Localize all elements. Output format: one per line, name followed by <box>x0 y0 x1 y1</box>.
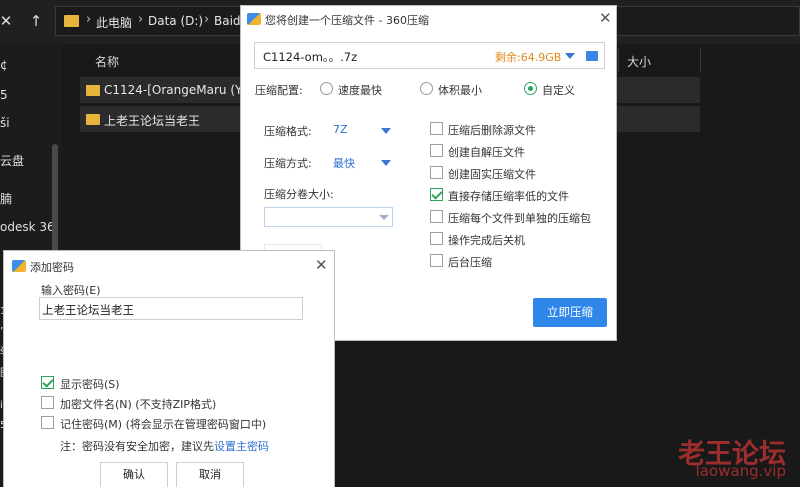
compress-dialog-titlebar[interactable]: 您将创建一个压缩文件 - 360压缩 ✕ <box>241 6 616 32</box>
sidebar-item[interactable]: ¢ <box>0 58 8 72</box>
compress-now-button[interactable]: 立即压缩 <box>533 298 607 327</box>
folder-icon <box>64 15 79 27</box>
checkbox-solid-archive[interactable] <box>430 166 443 179</box>
checkbox-remember-password[interactable] <box>41 416 54 429</box>
nav-up-icon[interactable]: ↑ <box>26 11 46 31</box>
checkbox-show-password[interactable] <box>41 376 54 389</box>
chevron-right-icon: › <box>204 12 210 27</box>
radio-label: 体积最小 <box>438 84 482 97</box>
volume-size-select[interactable] <box>264 207 393 227</box>
checkbox-label: 压缩每个文件到单独的压缩包 <box>448 212 591 225</box>
checkbox-label: 显示密码(S) <box>60 378 120 391</box>
cancel-button[interactable]: 取消 <box>176 462 244 487</box>
archive-path-field[interactable]: C1124-om。。.7z 剩余:64.9GB <box>254 42 605 69</box>
note-text: 注：密码没有安全加密，建议先 <box>60 440 214 453</box>
chevron-down-icon[interactable] <box>381 160 391 166</box>
chevron-down-icon[interactable] <box>379 215 389 220</box>
checkbox-label: 后台压缩 <box>448 256 492 269</box>
checkbox-encrypt-filenames[interactable] <box>41 396 54 409</box>
password-dialog: 添加密码 ✕ 输入密码(E) 上老王论坛当老王 显示密码(S) 加密文件名(N)… <box>3 250 335 487</box>
sidebar-item[interactable]: ši <box>0 116 10 130</box>
checkbox-label: 压缩后删除源文件 <box>448 124 536 137</box>
chevron-right-icon: › <box>138 12 144 27</box>
sidebar-item[interactable]: 腩 <box>0 190 12 207</box>
chevron-down-icon[interactable] <box>565 53 575 59</box>
radio-custom[interactable] <box>524 82 537 95</box>
browse-folder-icon[interactable] <box>586 51 598 61</box>
checkbox-background[interactable] <box>430 254 443 267</box>
checkbox-label: 直接存储压缩率低的文件 <box>448 190 569 203</box>
close-icon[interactable]: ✕ <box>315 258 328 273</box>
compress-dialog-title: 您将创建一个压缩文件 - 360压缩 <box>265 14 429 27</box>
app-360-icon <box>12 260 26 272</box>
password-value: 上老王论坛当老王 <box>42 303 134 317</box>
security-note: 注：密码没有安全加密，建议先设置主密码 <box>60 438 269 454</box>
breadcrumb-item[interactable]: Data (D:) <box>148 14 203 28</box>
sidebar-item[interactable]: 云盘 <box>0 152 24 169</box>
radio-label: 自定义 <box>542 84 575 97</box>
free-space-label: 剩余:64.9GB <box>495 51 562 64</box>
sidebar-item[interactable]: 5 <box>0 88 8 102</box>
checkbox-shutdown[interactable] <box>430 232 443 245</box>
checkbox-separate-archives[interactable] <box>430 210 443 223</box>
folder-icon <box>86 114 100 125</box>
method-select[interactable]: 最快 <box>333 155 355 171</box>
checkbox-label: 创建自解压文件 <box>448 146 525 159</box>
format-label: 压缩格式: <box>264 125 312 138</box>
app-360-icon <box>247 13 261 25</box>
password-input[interactable]: 上老王论坛当老王 <box>39 297 303 320</box>
nav-back-partial-icon[interactable]: ✕ <box>0 11 16 31</box>
breadcrumb-item[interactable]: 此电脑 <box>96 14 132 31</box>
radio-speed-fastest[interactable] <box>320 82 333 95</box>
checkbox-delete-source[interactable] <box>430 122 443 135</box>
checkbox-label: 操作完成后关机 <box>448 234 525 247</box>
set-master-password-link[interactable]: 设置主密码 <box>214 440 269 453</box>
column-divider <box>618 48 619 72</box>
watermark-url: laowang.vip <box>695 462 786 480</box>
chevron-right-icon: › <box>86 12 92 27</box>
checkbox-label: 加密文件名(N) (不支持ZIP格式) <box>60 398 217 411</box>
column-size[interactable]: 大小 <box>627 53 651 70</box>
radio-label: 速度最快 <box>338 84 382 97</box>
archive-path-value: C1124-om。。.7z <box>263 50 358 64</box>
column-name[interactable]: 名称 <box>95 53 119 70</box>
chevron-down-icon[interactable] <box>381 128 391 134</box>
file-name: C1124-[OrangeMaru (YD) <box>104 83 257 97</box>
checkbox-self-extract[interactable] <box>430 144 443 157</box>
folder-icon <box>86 85 100 96</box>
radio-size-smallest[interactable] <box>420 82 433 95</box>
format-select[interactable]: 7Z <box>333 123 348 136</box>
volume-label: 压缩分卷大小: <box>264 188 334 201</box>
confirm-button[interactable]: 确认 <box>100 462 168 487</box>
close-icon[interactable]: ✕ <box>599 11 612 26</box>
password-input-label: 输入密码(E) <box>41 284 101 297</box>
column-divider <box>700 48 701 72</box>
sidebar-item[interactable]: odesk 36 <box>0 220 55 234</box>
config-label: 压缩配置: <box>255 84 303 97</box>
checkbox-store-low-ratio[interactable] <box>430 188 443 201</box>
file-name: 上老王论坛当老王 <box>104 114 201 128</box>
method-label: 压缩方式: <box>264 157 312 170</box>
checkbox-label: 记住密码(M) (将会显示在管理密码窗口中) <box>60 418 267 431</box>
password-dialog-title: 添加密码 <box>30 261 74 274</box>
checkbox-label: 创建固实压缩文件 <box>448 168 536 181</box>
